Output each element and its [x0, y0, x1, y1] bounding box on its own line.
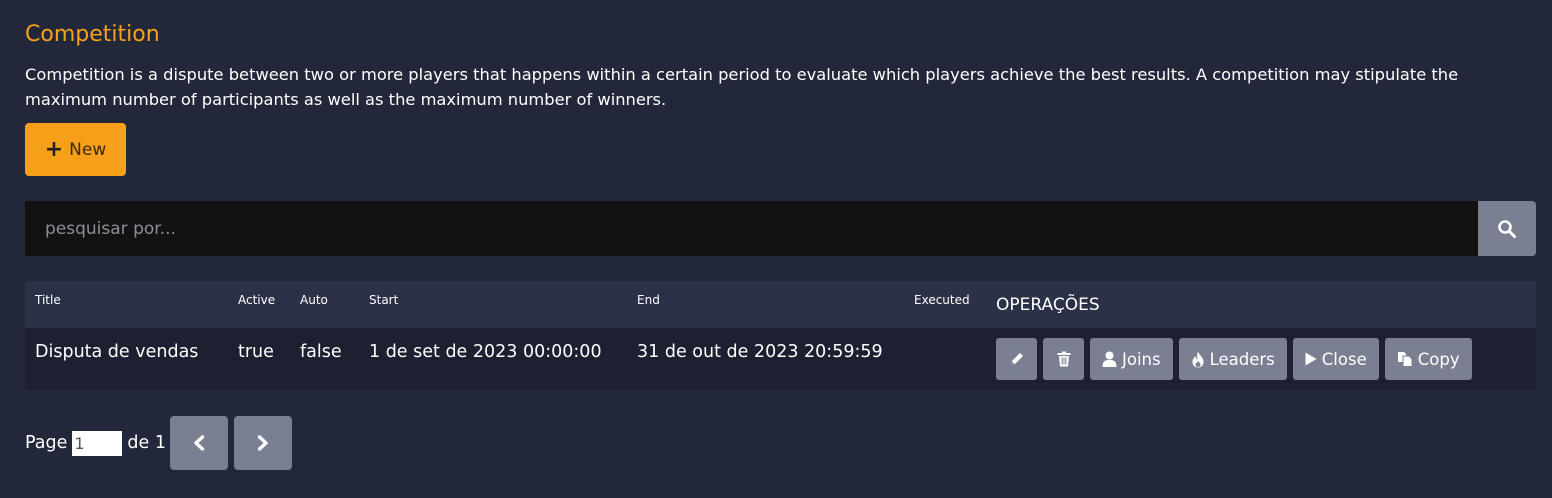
joins-label: Joins — [1122, 349, 1161, 369]
trash-icon — [1057, 351, 1070, 367]
table-header-row: Title Active Auto Start End Executed OPE… — [25, 281, 1536, 328]
column-header-start[interactable]: Start — [359, 281, 627, 328]
new-competition-button[interactable]: + New — [25, 123, 126, 176]
page-number-input[interactable] — [72, 430, 123, 456]
copy-button[interactable]: Copy — [1384, 338, 1472, 380]
cell-operations: Joins Leaders Close Copy — [986, 328, 1536, 390]
column-header-executed[interactable]: Executed — [904, 281, 986, 328]
play-icon — [1305, 352, 1317, 366]
plus-icon: + — [44, 136, 64, 162]
copy-label: Copy — [1417, 349, 1460, 369]
page-description: Competition is a dispute between two or … — [25, 65, 1459, 109]
cell-executed — [904, 328, 986, 390]
total-pages-label: de 1 — [127, 433, 166, 453]
close-button[interactable]: Close — [1292, 338, 1379, 380]
column-header-end[interactable]: End — [627, 281, 904, 328]
cell-active: true — [238, 342, 274, 362]
next-page-button[interactable] — [233, 416, 292, 470]
pagination: Page de 1 — [25, 416, 292, 470]
edit-button[interactable] — [996, 338, 1037, 380]
search-icon — [1498, 219, 1516, 238]
leaders-button[interactable]: Leaders — [1178, 338, 1287, 380]
cell-auto: false — [300, 342, 342, 362]
search-input[interactable] — [25, 201, 1478, 256]
table-row: Disputa de vendas true false 1 de set de… — [25, 328, 1536, 390]
cell-title: Disputa de vendas — [35, 342, 199, 362]
page-label: Page — [25, 433, 68, 453]
search-bar — [25, 201, 1536, 256]
competition-page: Competition Competition is a dispute bet… — [0, 0, 1552, 498]
competition-table: Title Active Auto Start End Executed OPE… — [25, 281, 1536, 390]
chevron-left-icon — [194, 435, 205, 451]
page-title: Competition — [25, 22, 160, 47]
fire-icon — [1192, 351, 1204, 367]
pencil-icon — [1010, 353, 1023, 365]
close-label: Close — [1321, 349, 1367, 369]
user-icon — [1102, 351, 1117, 367]
chevron-right-icon — [257, 435, 268, 451]
search-button[interactable] — [1478, 201, 1536, 256]
new-button-label: New — [69, 139, 107, 160]
cell-start: 1 de set de 2023 00:00:00 — [369, 342, 602, 362]
column-header-auto[interactable]: Auto — [290, 281, 359, 328]
column-header-title[interactable]: Title — [25, 281, 228, 328]
column-header-operations: OPERAÇÕES — [996, 295, 1100, 315]
previous-page-button[interactable] — [169, 416, 228, 470]
copy-icon — [1397, 352, 1413, 367]
cell-end: 31 de out de 2023 20:59:59 — [637, 342, 883, 362]
column-header-active[interactable]: Active — [228, 281, 290, 328]
delete-button[interactable] — [1043, 338, 1084, 380]
leaders-label: Leaders — [1209, 349, 1275, 369]
joins-button[interactable]: Joins — [1090, 338, 1173, 380]
